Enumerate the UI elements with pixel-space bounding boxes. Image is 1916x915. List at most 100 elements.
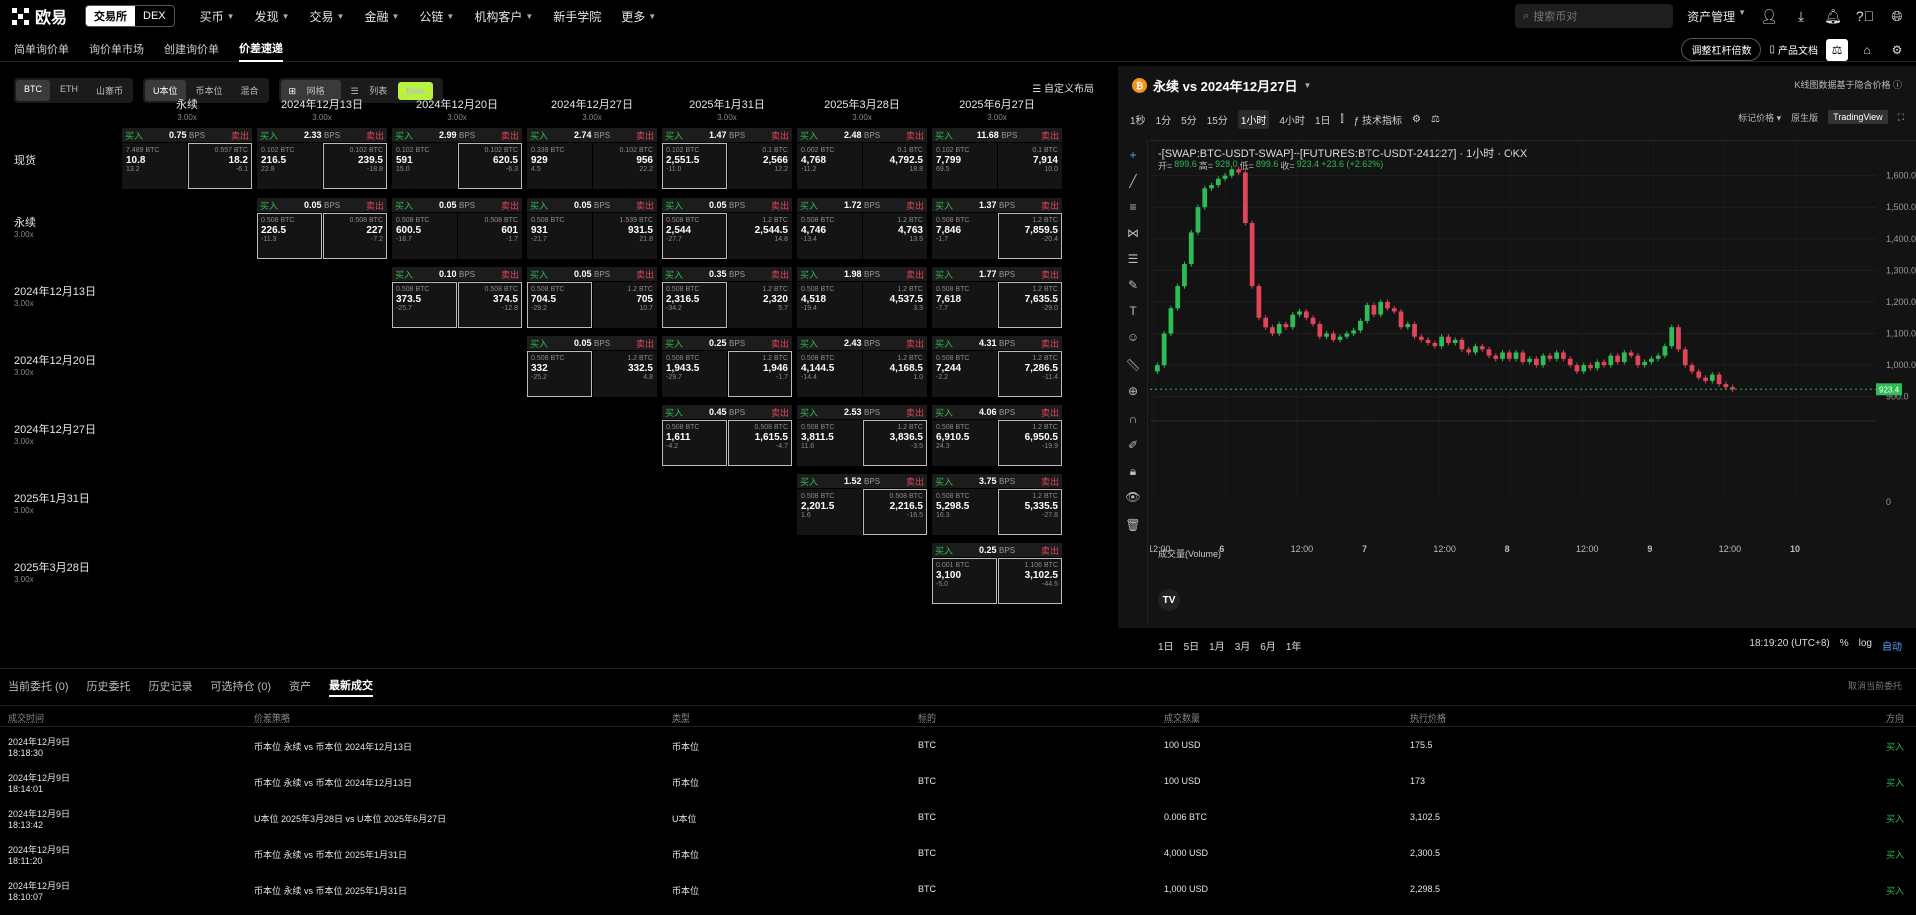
column-header-2[interactable]: 类型: [672, 711, 690, 724]
buy-label[interactable]: 买入: [800, 475, 818, 488]
buy-label[interactable]: 买入: [935, 337, 953, 350]
user-icon[interactable]: 👤︎: [1760, 7, 1778, 25]
bid-box[interactable]: 0.102 BTC 2,551.5 -11.0: [662, 143, 727, 189]
eye-icon[interactable]: 👁︎: [1125, 490, 1141, 506]
subnav-tab-0[interactable]: 简单询价单: [14, 36, 69, 62]
sell-label[interactable]: 卖出: [501, 129, 519, 142]
bid-box[interactable]: 0.508 BTC 600.5 -18.7: [392, 213, 457, 259]
ask-box[interactable]: 1.2 BTC 2,544.5 14.8: [727, 213, 792, 259]
buy-label[interactable]: 买入: [665, 199, 683, 212]
help-icon[interactable]: ?⃝: [1856, 7, 1874, 25]
ask-box[interactable]: 1.2 BTC 2,320 5.7: [727, 282, 792, 328]
indicators-button[interactable]: ƒ 技术指标: [1354, 112, 1402, 127]
menu-item-1[interactable]: 发现 ▼: [246, 8, 299, 25]
cancel-all-button[interactable]: 取消当前委托: [1848, 679, 1902, 692]
buy-label[interactable]: 买入: [935, 406, 953, 419]
menu-item-4[interactable]: 公链 ▼: [410, 8, 463, 25]
column-header-3[interactable]: 标的: [918, 711, 936, 724]
buy-label[interactable]: 买入: [530, 337, 548, 350]
brush-icon[interactable]: ✎: [1125, 278, 1141, 294]
sell-label[interactable]: 卖出: [906, 337, 924, 350]
timeframe-5[interactable]: 4小时: [1279, 112, 1305, 127]
zoom-in-icon[interactable]: ⊕: [1125, 384, 1141, 400]
coin-filter-0[interactable]: BTC: [16, 80, 50, 101]
ask-box[interactable]: 0.508 BTC 1,615.5 -4.7: [727, 420, 792, 466]
bid-box[interactable]: 0.508 BTC 1,611 -4.2: [662, 420, 727, 466]
buy-label[interactable]: 买入: [530, 268, 548, 281]
menu-item-6[interactable]: 新手学院: [544, 8, 610, 25]
buy-label[interactable]: 买入: [260, 129, 278, 142]
text-icon[interactable]: T: [1125, 304, 1141, 320]
sell-label[interactable]: 卖出: [771, 199, 789, 212]
lock-drawing-icon[interactable]: ✐: [1125, 438, 1141, 454]
search-input[interactable]: ⌕ 搜索币对: [1515, 4, 1674, 28]
sell-label[interactable]: 卖出: [906, 406, 924, 419]
layout-toggle-icon[interactable]: ⚖: [1826, 38, 1848, 61]
sell-label[interactable]: 卖出: [1041, 199, 1059, 212]
timeframe-3[interactable]: 15分: [1207, 112, 1228, 127]
range-2[interactable]: 1月: [1209, 638, 1225, 653]
mode-exchange[interactable]: 交易所: [86, 6, 136, 26]
sell-label[interactable]: 卖出: [501, 199, 519, 212]
chart-settings-icon[interactable]: ⚙: [1412, 114, 1421, 125]
logo[interactable]: 欧易: [12, 4, 67, 28]
sell-label[interactable]: 卖出: [366, 199, 384, 212]
bid-box[interactable]: 0.508 BTC 3,811.5 11.6: [797, 420, 862, 466]
buy-label[interactable]: 买入: [800, 129, 818, 142]
lock-icon[interactable]: 🔒︎: [1125, 464, 1141, 480]
education-icon[interactable]: ⌂: [1856, 39, 1878, 61]
ask-box[interactable]: 1.2 BTC 7,859.5 -20.4: [997, 213, 1062, 259]
ask-box[interactable]: 1.2 BTC 5,335.5 -27.8: [997, 489, 1062, 535]
column-header-5[interactable]: 执行价格: [1410, 711, 1446, 724]
sell-label[interactable]: 卖出: [366, 129, 384, 142]
column-header-4[interactable]: 成交数量: [1164, 711, 1200, 724]
menu-item-2[interactable]: 交易 ▼: [301, 8, 354, 25]
asset-management-menu[interactable]: 资产管理 ▼: [1687, 8, 1746, 25]
template-icon[interactable]: ⚖: [1431, 114, 1440, 125]
buy-label[interactable]: 买入: [395, 268, 413, 281]
ask-box[interactable]: 0.508 BTC 374.5 -12.8: [457, 282, 522, 328]
orders-tab-0[interactable]: 当前委托 (0): [8, 675, 69, 697]
sell-label[interactable]: 卖出: [906, 268, 924, 281]
mark-price-select[interactable]: 标记价格 ▾: [1738, 111, 1781, 124]
sell-label[interactable]: 卖出: [906, 475, 924, 488]
range-1[interactable]: 5日: [1184, 638, 1200, 653]
chart-title[interactable]: ₿ 永续 vs 2024年12月27日 ▼: [1132, 76, 1311, 95]
buy-label[interactable]: 买入: [800, 337, 818, 350]
ask-box[interactable]: 0.102 BTC 956 22.2: [592, 143, 657, 189]
buy-label[interactable]: 买入: [125, 129, 143, 142]
buy-label[interactable]: 买入: [800, 406, 818, 419]
ask-box[interactable]: 0.102 BTC 620.5 -6.3: [457, 143, 522, 189]
buy-label[interactable]: 买入: [935, 199, 953, 212]
pattern-icon[interactable]: ⋈: [1125, 226, 1141, 242]
bid-box[interactable]: 0.508 BTC 4,144.5 -14.4: [797, 351, 862, 397]
menu-item-7[interactable]: 更多 ▼: [612, 8, 665, 25]
bid-box[interactable]: 7.489 BTC 10.8 13.2: [122, 143, 187, 189]
timeframe-2[interactable]: 5分: [1181, 112, 1197, 127]
chart-plot-area[interactable]: -[SWAP:BTC-USDT-SWAP]+[FUTURES:BTC-USDT-…: [1150, 140, 1916, 653]
sell-label[interactable]: 卖出: [771, 337, 789, 350]
ask-box[interactable]: 1.539 BTC 931.5 21.8: [592, 213, 657, 259]
custom-layout-button[interactable]: ☰ 自定义布局: [1032, 80, 1094, 95]
range-3[interactable]: 3月: [1235, 638, 1251, 653]
ask-box[interactable]: 1.2 BTC 4,168.5 1.0: [862, 351, 927, 397]
bid-box[interactable]: 0.508 BTC 4,746 -13.4: [797, 213, 862, 259]
orders-tab-4[interactable]: 资产: [289, 675, 311, 697]
orders-tab-5[interactable]: 最新成交: [329, 675, 373, 697]
settings-icon[interactable]: ⚙: [1886, 39, 1908, 61]
buy-label[interactable]: 买入: [395, 199, 413, 212]
candle-type-icon[interactable]: ⫿: [1341, 114, 1344, 125]
bid-box[interactable]: 0.508 BTC 2,316.5 -34.2: [662, 282, 727, 328]
buy-label[interactable]: 买入: [395, 129, 413, 142]
ask-box[interactable]: 1.2 BTC 7,286.5 -11.4: [997, 351, 1062, 397]
ask-box[interactable]: 0.1 BTC 2,566 12.2: [727, 143, 792, 189]
sell-label[interactable]: 卖出: [1041, 129, 1059, 142]
buy-label[interactable]: 买入: [260, 199, 278, 212]
column-header-0[interactable]: 成交时间: [8, 711, 44, 724]
original-chart-button[interactable]: 原生版: [1791, 111, 1818, 124]
trash-icon[interactable]: 🗑︎: [1125, 518, 1141, 534]
ask-box[interactable]: 1.2 BTC 4,763 13.5: [862, 213, 927, 259]
buy-label[interactable]: 买入: [800, 268, 818, 281]
sell-label[interactable]: 卖出: [1041, 406, 1059, 419]
buy-label[interactable]: 买入: [665, 406, 683, 419]
